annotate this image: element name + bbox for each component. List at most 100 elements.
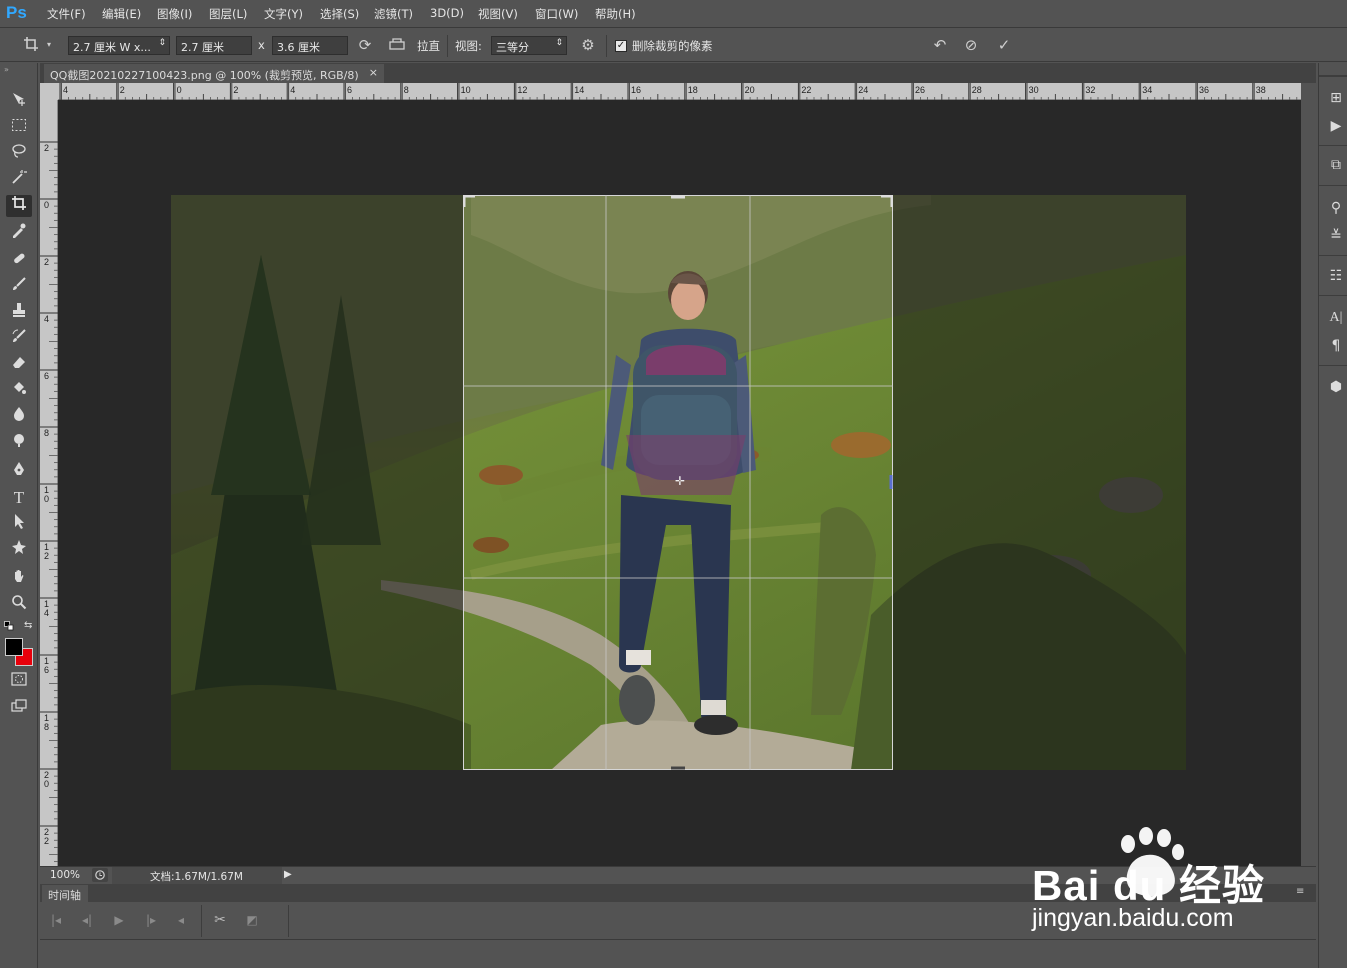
ruler-label: 16 bbox=[631, 85, 641, 95]
baidu-jingyan-watermark: Bai du 经验 jingyan.baidu.com bbox=[1030, 822, 1290, 942]
swap-colors-icon[interactable]: ⇆ bbox=[24, 620, 32, 631]
lasso-icon[interactable] bbox=[6, 143, 32, 165]
crop-box[interactable]: ✛ bbox=[463, 195, 893, 770]
ruler-label: 38 bbox=[1256, 85, 1266, 95]
type-icon[interactable]: T bbox=[6, 487, 32, 509]
eraser-icon[interactable] bbox=[6, 354, 32, 376]
history-panel-icon[interactable]: ⊞ bbox=[1326, 88, 1346, 108]
divider bbox=[447, 35, 448, 57]
pen-icon[interactable] bbox=[6, 461, 32, 483]
menu-view[interactable]: 视图(V) bbox=[478, 6, 518, 22]
menu-file[interactable]: 文件(F) bbox=[47, 6, 86, 22]
audio-icon[interactable]: ◂ bbox=[171, 910, 191, 930]
history-brush-icon[interactable] bbox=[6, 328, 32, 350]
menu-type[interactable]: 文字(Y) bbox=[264, 6, 303, 22]
character-panel-icon[interactable]: A| bbox=[1326, 308, 1346, 328]
timeline-tab[interactable]: 时间轴 bbox=[42, 885, 88, 902]
view-label: 视图: bbox=[455, 39, 482, 53]
3d-cube-icon[interactable]: ⬢ bbox=[1326, 377, 1346, 397]
collapse-panel-icon[interactable]: » bbox=[4, 65, 9, 74]
brush-preset-icon[interactable]: ⚲ bbox=[1326, 198, 1346, 218]
magic-wand-icon[interactable] bbox=[6, 169, 32, 191]
brush-icon[interactable] bbox=[6, 276, 32, 298]
status-menu-arrow-icon[interactable]: ▶ bbox=[284, 869, 292, 880]
panel-divider bbox=[1319, 255, 1347, 256]
settings-gear-icon[interactable]: ⚙ bbox=[578, 36, 598, 54]
ruler-label: 28 bbox=[972, 85, 982, 95]
marquee-icon[interactable] bbox=[6, 117, 32, 139]
foreground-color-swatch[interactable] bbox=[5, 638, 23, 656]
clone-stamp-icon[interactable] bbox=[6, 302, 32, 324]
crop-icon[interactable] bbox=[6, 195, 32, 217]
hand-icon[interactable] bbox=[6, 568, 32, 590]
menu-help[interactable]: 帮助(H) bbox=[595, 6, 636, 22]
actions-play-icon[interactable]: ▶ bbox=[1326, 116, 1346, 136]
adjustments-sliders-icon[interactable]: ≚ bbox=[1326, 226, 1346, 246]
eyedropper-icon[interactable] bbox=[6, 222, 32, 244]
move-icon[interactable] bbox=[6, 91, 32, 113]
ruler-label: 2 bbox=[44, 257, 49, 267]
straighten-button[interactable]: 拉直 bbox=[417, 38, 440, 54]
panel-divider bbox=[1319, 145, 1347, 146]
horizontal-ruler[interactable]: 4 2 0 2 4 6 8 10 12 14 16 18 20 22 24 26 28 30 32 34 36 38 bbox=[58, 83, 1301, 100]
view-overlay-value: 三等分 bbox=[496, 41, 529, 54]
crop-tool-icon[interactable] bbox=[20, 36, 42, 56]
view-overlay-select[interactable]: 三等分 ⇕ bbox=[491, 36, 567, 55]
menu-select[interactable]: 选择(S) bbox=[320, 6, 359, 22]
previous-frame-icon[interactable]: ◂| bbox=[77, 910, 97, 930]
status-toggle-icon[interactable] bbox=[92, 868, 108, 882]
menu-image[interactable]: 图像(I) bbox=[157, 6, 192, 22]
commit-crop-icon[interactable]: ✓ bbox=[994, 36, 1014, 54]
width-input[interactable]: 2.7 厘米 bbox=[176, 36, 252, 55]
paint-bucket-icon[interactable] bbox=[6, 380, 32, 402]
menu-edit[interactable]: 编辑(E) bbox=[102, 6, 141, 22]
vertical-ruler[interactable]: 20246810121416182022 bbox=[40, 100, 58, 867]
panel-menu-icon[interactable]: ≡ bbox=[1296, 886, 1304, 897]
zoom-icon[interactable] bbox=[6, 594, 32, 616]
ruler-label: 4 bbox=[290, 85, 295, 95]
delete-cropped-checkbox[interactable]: ✓ bbox=[615, 40, 627, 52]
document-tab[interactable]: QQ截图20210227100423.png @ 100% (裁剪预览, RGB… bbox=[44, 64, 384, 83]
healing-brush-icon[interactable] bbox=[6, 250, 32, 272]
menu-layer[interactable]: 图层(L) bbox=[209, 6, 247, 22]
3d-layers-icon[interactable]: ⧉ bbox=[1326, 155, 1346, 175]
ruler-label: 4 bbox=[44, 314, 49, 324]
close-tab-icon[interactable]: × bbox=[369, 66, 378, 79]
path-selection-icon[interactable] bbox=[6, 513, 32, 535]
menu-bar: Ps 文件(F) 编辑(E) 图像(I) 图层(L) 文字(Y) 选择(S) 滤… bbox=[0, 0, 1347, 28]
ruler-label: 18 bbox=[688, 85, 698, 95]
cancel-crop-icon[interactable]: ⊘ bbox=[961, 36, 981, 54]
blur-icon[interactable] bbox=[6, 406, 32, 428]
next-frame-icon[interactable]: |▸ bbox=[141, 910, 161, 930]
quick-mask-icon[interactable] bbox=[6, 671, 32, 693]
default-colors-icon[interactable] bbox=[4, 621, 14, 631]
swap-dimensions-icon[interactable]: ⟳ bbox=[355, 36, 375, 54]
zoom-level[interactable]: 100% bbox=[50, 869, 80, 881]
play-icon[interactable]: ▶ bbox=[109, 910, 129, 930]
panel-divider bbox=[1319, 185, 1347, 186]
split-clip-scissors-icon[interactable]: ✂ bbox=[210, 910, 230, 930]
height-input[interactable]: 3.6 厘米 bbox=[272, 36, 348, 55]
transition-icon[interactable]: ◩ bbox=[242, 910, 262, 930]
shape-icon[interactable] bbox=[6, 539, 32, 561]
menu-filter[interactable]: 滤镜(T) bbox=[374, 6, 413, 22]
ruler-label: 4 bbox=[63, 85, 68, 95]
ruler-corner[interactable] bbox=[40, 83, 58, 100]
layer-comps-icon[interactable]: ☷ bbox=[1326, 266, 1346, 286]
ruler-label: 6 bbox=[44, 371, 49, 381]
screen-mode-icon[interactable] bbox=[6, 698, 32, 720]
crop-shield-left bbox=[171, 195, 463, 770]
paragraph-panel-icon[interactable]: ¶ bbox=[1326, 336, 1346, 356]
dodge-icon[interactable] bbox=[6, 432, 32, 454]
crop-preset-select[interactable]: 2.7 厘米 W x... ⇕ bbox=[68, 36, 170, 55]
go-first-frame-icon[interactable]: |◂ bbox=[46, 910, 66, 930]
options-bar: ▾ 2.7 厘米 W x... ⇕ 2.7 厘米 x 3.6 厘米 ⟳ 拉直 视… bbox=[0, 29, 1347, 62]
ruler-label: 8 bbox=[404, 85, 409, 95]
ruler-label: 30 bbox=[1029, 85, 1039, 95]
menu-window[interactable]: 窗口(W) bbox=[535, 6, 578, 22]
menu-3d[interactable]: 3D(D) bbox=[430, 6, 464, 20]
reset-crop-icon[interactable]: ↶ bbox=[930, 36, 950, 54]
tool-preset-chevron-icon[interactable]: ▾ bbox=[44, 36, 54, 54]
straighten-icon[interactable] bbox=[387, 36, 407, 56]
ruler-label: 2 bbox=[120, 85, 125, 95]
